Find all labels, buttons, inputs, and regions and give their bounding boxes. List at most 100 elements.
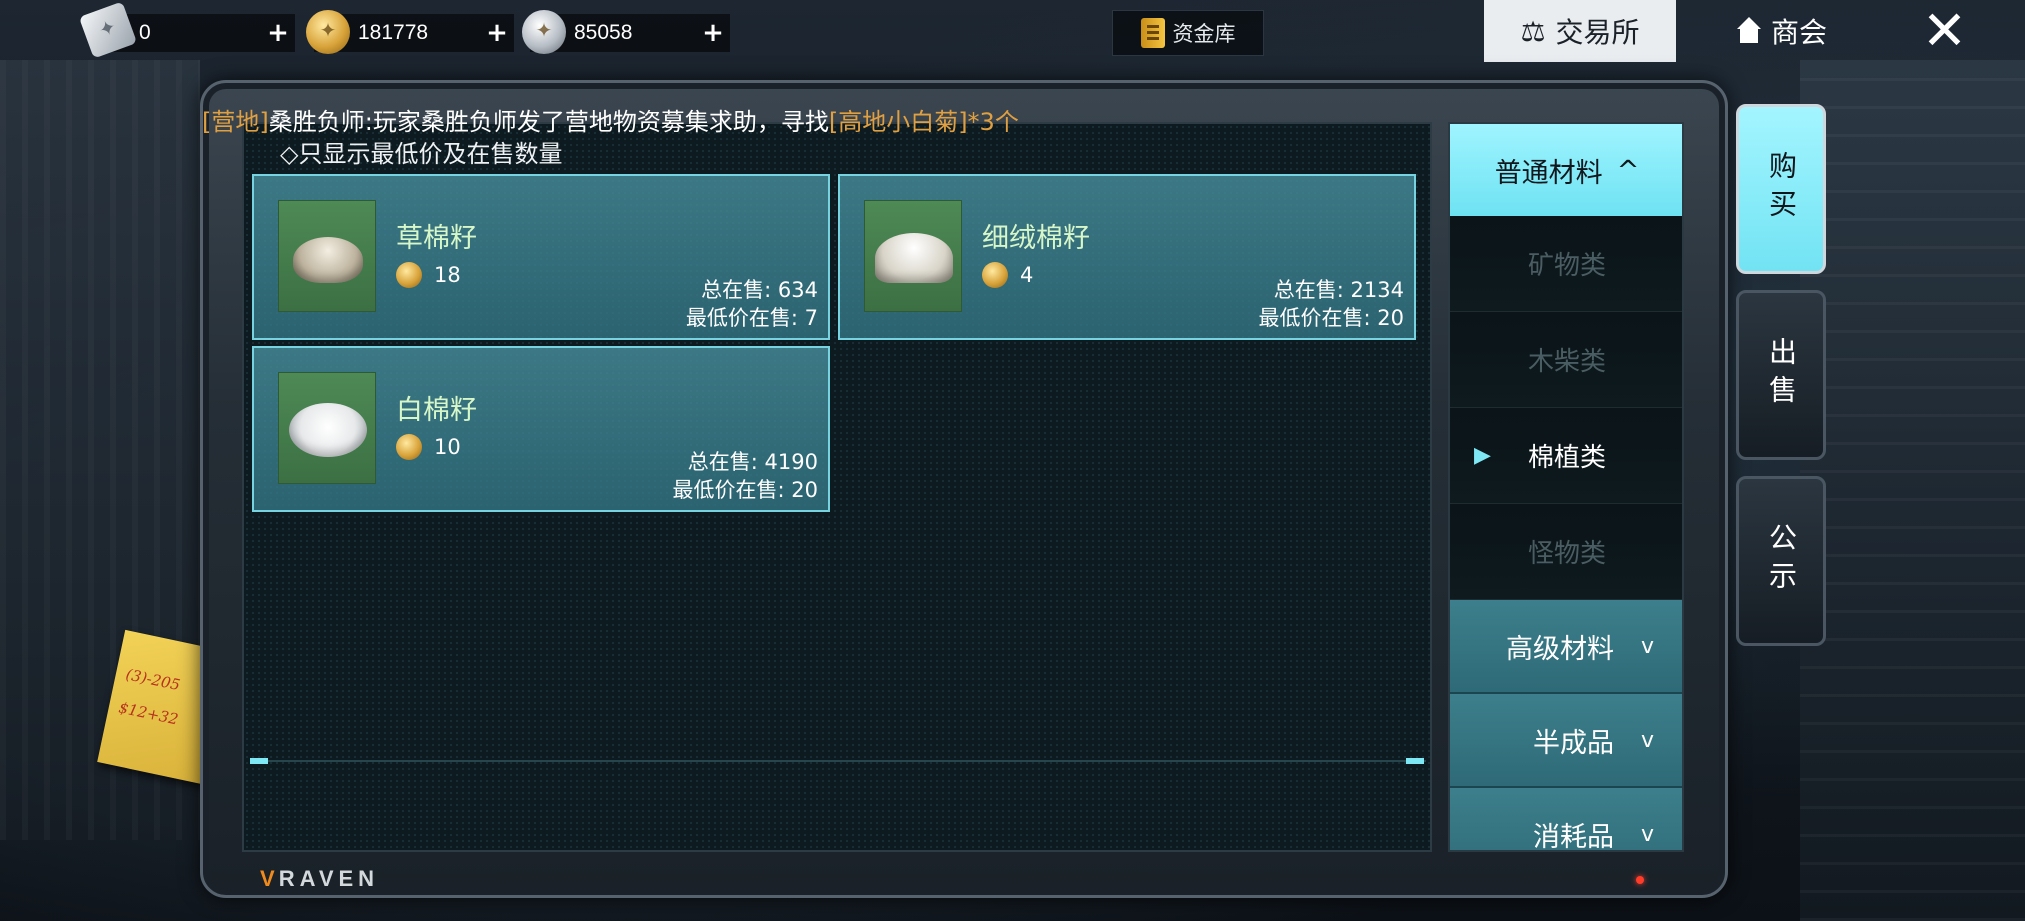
- raven-v-icon: V: [260, 866, 275, 891]
- item-price-value: 10: [434, 435, 461, 459]
- add-ticket-button[interactable]: +: [261, 14, 295, 52]
- lowest-label: 最低价在售:: [672, 478, 785, 502]
- item-thumbnail: [278, 372, 376, 484]
- tab-guild[interactable]: 商会: [1706, 0, 1856, 62]
- tab-sell[interactable]: 出售: [1736, 290, 1826, 460]
- subcategory-label: 棉植类: [1527, 443, 1606, 473]
- list-divider: [250, 760, 1426, 762]
- item-price: 4: [982, 262, 1033, 288]
- category-group-common-materials[interactable]: 普通材料 ^: [1450, 124, 1682, 216]
- category-group-label: 消耗品: [1533, 821, 1614, 852]
- tab-buy[interactable]: 购买: [1736, 104, 1826, 274]
- silver-coin-icon: [522, 10, 566, 54]
- subcategory-label: 矿物类: [1527, 251, 1606, 281]
- category-group-label: 半成品: [1533, 727, 1614, 759]
- close-icon: ✕: [1921, 0, 1968, 62]
- background-wall: [1800, 60, 2025, 921]
- chevron-down-icon: v: [1640, 727, 1654, 753]
- total-value: 634: [777, 278, 818, 302]
- gold-coin-icon: [982, 262, 1008, 288]
- vault-label: 资金库: [1172, 22, 1236, 46]
- subcategory-minerals[interactable]: 矿物类: [1450, 216, 1682, 312]
- item-name: 白棉籽: [396, 395, 477, 426]
- subcategory-wood[interactable]: 木柴类: [1450, 312, 1682, 408]
- brand-name: RAVEN: [278, 866, 380, 891]
- tab-guild-label: 商会: [1770, 16, 1827, 49]
- cotton-seed-icon: [875, 233, 953, 283]
- item-lowest-on-sale: 最低价在售: 20: [673, 474, 819, 504]
- gold-coin-icon: [396, 262, 422, 288]
- tab-exchange-label: 交易所: [1555, 16, 1640, 49]
- cotton-seed-icon: [293, 237, 363, 283]
- total-label: 总在售:: [1273, 278, 1344, 302]
- total-label: 总在售:: [701, 278, 772, 302]
- home-icon: [1735, 17, 1763, 45]
- add-silver-button[interactable]: +: [696, 14, 730, 52]
- tab-sell-label: 出售: [1765, 337, 1798, 413]
- gold-value: 181778: [358, 21, 429, 44]
- scale-icon: ⚖: [1520, 14, 1546, 48]
- status-led: [1636, 876, 1644, 884]
- item-name: 草棉籽: [396, 223, 477, 254]
- item-card[interactable]: 白棉籽 10 总在售: 4190 最低价在售: 20: [252, 346, 830, 512]
- subcategory-monster[interactable]: 怪物类: [1450, 504, 1682, 600]
- tab-buy-label: 购买: [1765, 151, 1798, 227]
- gold-coin-icon: [396, 434, 422, 460]
- tab-announcement-label: 公示: [1765, 523, 1798, 599]
- item-total-on-sale: 总在售: 4190: [688, 446, 818, 476]
- lowest-value: 20: [1377, 306, 1404, 330]
- gold-coin-icon: [306, 10, 350, 54]
- item-card[interactable]: 细绒棉籽 4 总在售: 2134 最低价在售: 20: [838, 174, 1416, 340]
- filter-note: ◇只显示最低价及在售数量: [280, 140, 563, 168]
- total-label: 总在售:: [687, 450, 758, 474]
- item-thumbnail: [278, 200, 376, 312]
- chevron-up-icon: ^: [1616, 154, 1640, 186]
- total-value: 2134: [1350, 278, 1404, 302]
- notice-text: 桑胜负师:玩家桑胜负师发了营地物资募集求助，寻找: [268, 108, 829, 136]
- lowest-label: 最低价在售:: [685, 306, 798, 330]
- vault-button[interactable]: 资金库: [1112, 10, 1264, 56]
- item-total-on-sale: 总在售: 2134: [1274, 274, 1404, 304]
- raven-logo: V RAVEN: [260, 866, 379, 892]
- selected-arrow-icon: ▶: [1474, 443, 1491, 468]
- lowest-label: 最低价在售:: [1258, 306, 1371, 330]
- add-gold-button[interactable]: +: [480, 14, 514, 52]
- subcategory-label: 怪物类: [1527, 539, 1606, 569]
- notice-ticker: [营地]桑胜负师:玩家桑胜负师发了营地物资募集求助，寻找[高地小白菊]*3个: [202, 102, 1019, 137]
- item-price-value: 4: [1020, 263, 1034, 287]
- ticket-value: 0: [139, 21, 151, 44]
- item-thumbnail: [864, 200, 962, 312]
- item-price: 10: [396, 434, 461, 460]
- silver-value: 85058: [574, 21, 633, 44]
- gold-counter: 181778 +: [306, 10, 514, 54]
- category-group-label: 高级材料: [1506, 633, 1614, 665]
- silver-counter: 85058 +: [522, 10, 730, 54]
- total-value: 4190: [764, 450, 818, 474]
- ticket-counter: 0 +: [78, 1, 295, 59]
- item-lowest-on-sale: 最低价在售: 20: [1259, 302, 1405, 332]
- item-card[interactable]: 草棉籽 18 总在售: 634 最低价在售: 7: [252, 174, 830, 340]
- item-total-on-sale: 总在售: 634: [701, 274, 818, 304]
- lowest-value: 20: [791, 478, 818, 502]
- category-group-advanced-materials[interactable]: 高级材料 v: [1450, 600, 1682, 694]
- notice-target: [高地小白菊]*3个: [828, 108, 1019, 136]
- close-button[interactable]: ✕: [1864, 0, 2025, 62]
- item-name: 细绒棉籽: [982, 223, 1090, 254]
- notice-channel: [营地]: [202, 108, 269, 136]
- tab-announcement[interactable]: 公示: [1736, 476, 1826, 646]
- category-group-semi-finished[interactable]: 半成品 v: [1450, 694, 1682, 788]
- book-icon: [1140, 18, 1165, 48]
- category-panel: 普通材料 ^ 矿物类 木柴类 ▶ 棉植类 怪物类 高级材料 v 半成品 v 消耗…: [1448, 122, 1684, 852]
- chevron-down-icon: v: [1640, 633, 1654, 659]
- chevron-down-icon: v: [1640, 821, 1654, 847]
- divider-marker-right: [1406, 758, 1424, 764]
- tab-exchange[interactable]: ⚖ 交易所: [1484, 0, 1676, 62]
- lowest-value: 7: [804, 306, 818, 330]
- divider-marker-left: [250, 758, 268, 764]
- item-price-value: 18: [434, 263, 461, 287]
- category-group-consumables[interactable]: 消耗品 v: [1450, 788, 1682, 852]
- item-lowest-on-sale: 最低价在售: 7: [686, 302, 818, 332]
- subcategory-label: 木柴类: [1527, 347, 1606, 377]
- subcategory-cotton[interactable]: ▶ 棉植类: [1450, 408, 1682, 504]
- category-group-label: 普通材料: [1494, 157, 1603, 189]
